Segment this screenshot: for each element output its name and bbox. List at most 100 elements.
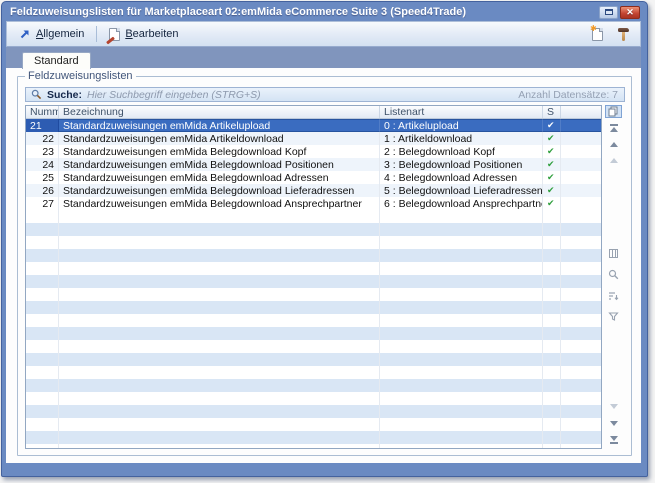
last-row-button[interactable]	[605, 434, 622, 446]
cell-listenart[interactable]: 1 : Artikeldownload	[380, 132, 543, 145]
cell-nummer[interactable]: 27	[26, 197, 59, 210]
close-button[interactable]: ✕	[620, 6, 640, 19]
grid-navigator	[602, 105, 625, 449]
column-header-bezeichnung[interactable]: Bezeichnung	[59, 106, 380, 118]
cell-s[interactable]: ✔	[543, 145, 561, 158]
cell-s[interactable]: ✔	[543, 197, 561, 210]
grid-header[interactable]: NummerBezeichnungListenartS	[26, 106, 601, 119]
check-icon: ✔	[547, 121, 555, 130]
search-label: Suche:	[47, 89, 82, 101]
restore-button[interactable]	[599, 6, 618, 19]
cell-extra[interactable]	[561, 184, 601, 197]
cell-listenart[interactable]: 2 : Belegdownload Kopf	[380, 145, 543, 158]
columns-icon	[608, 248, 619, 259]
groupbox-label: Feldzuweisungslisten	[25, 70, 136, 82]
cell-s[interactable]: ✔	[543, 132, 561, 145]
cell-s[interactable]: ✔	[543, 158, 561, 171]
empty-row	[26, 301, 601, 314]
bearbeiten-label: Bearbeiten	[125, 28, 178, 40]
arrow-ne-icon	[19, 28, 31, 40]
bearbeiten-button[interactable]: Bearbeiten	[105, 26, 182, 43]
column-header-listenart[interactable]: Listenart	[380, 106, 543, 118]
cell-bezeichnung[interactable]: Standardzuweisungen emMida Belegdownload…	[59, 145, 380, 158]
table-row[interactable]: 25Standardzuweisungen emMida Belegdownlo…	[26, 171, 601, 184]
table-row[interactable]: 24Standardzuweisungen emMida Belegdownlo…	[26, 158, 601, 171]
check-icon: ✔	[547, 160, 555, 169]
edit-page-icon	[109, 28, 120, 41]
cell-bezeichnung[interactable]: Standardzuweisungen emMida Belegdownload…	[59, 171, 380, 184]
cell-nummer[interactable]: 24	[26, 158, 59, 171]
new-page-icon: ✱	[592, 28, 603, 41]
empty-row	[26, 379, 601, 392]
cell-nummer[interactable]: 21	[26, 119, 59, 132]
tab-page: Feldzuweisungslisten Suche: Hier Suchbeg…	[6, 68, 641, 463]
empty-row	[26, 418, 601, 431]
empty-row	[26, 353, 601, 366]
search-icon	[31, 89, 42, 100]
cell-listenart[interactable]: 3 : Belegdownload Positionen	[380, 158, 543, 171]
cell-nummer[interactable]: 22	[26, 132, 59, 145]
hammer-icon	[617, 27, 630, 41]
empty-row	[26, 314, 601, 327]
empty-row	[26, 340, 601, 353]
cell-nummer[interactable]: 23	[26, 145, 59, 158]
cell-extra[interactable]	[561, 119, 601, 132]
dialog-window: Feldzuweisungslisten für Marketplaceart …	[1, 1, 648, 477]
cell-extra[interactable]	[561, 171, 601, 184]
cell-bezeichnung[interactable]: Standardzuweisungen emMida Belegdownload…	[59, 197, 380, 210]
cell-listenart[interactable]: 5 : Belegdownload Lieferadressen	[380, 184, 543, 197]
cell-extra[interactable]	[561, 145, 601, 158]
table-row[interactable]: 27Standardzuweisungen emMida Belegdownlo…	[26, 197, 601, 210]
cell-bezeichnung[interactable]: Standardzuweisungen emMida Artikelupload	[59, 119, 380, 132]
cell-listenart[interactable]: 4 : Belegdownload Adressen	[380, 171, 543, 184]
sort-icon	[608, 290, 619, 301]
allgemein-label: Allgemein	[36, 28, 84, 40]
table-row[interactable]: 22Standardzuweisungen emMida Artikeldown…	[26, 132, 601, 145]
allgemein-button[interactable]: Allgemein	[15, 26, 88, 42]
cell-bezeichnung[interactable]: Standardzuweisungen emMida Artikeldownlo…	[59, 132, 380, 145]
record-count: Anzahl Datensätze: 7	[518, 89, 618, 101]
cell-bezeichnung[interactable]: Standardzuweisungen emMida Belegdownload…	[59, 184, 380, 197]
cell-listenart[interactable]: 0 : Artikelupload	[380, 119, 543, 132]
columns-button[interactable]	[605, 248, 622, 260]
cell-bezeichnung[interactable]: Standardzuweisungen emMida Belegdownload…	[59, 158, 380, 171]
cell-extra[interactable]	[561, 158, 601, 171]
column-header-s[interactable]: S	[543, 106, 561, 118]
table-row[interactable]: 23Standardzuweisungen emMida Belegdownlo…	[26, 145, 601, 158]
first-row-button[interactable]	[605, 122, 622, 134]
cell-listenart[interactable]: 6 : Belegdownload Ansprechpartner	[380, 197, 543, 210]
check-icon: ✔	[547, 134, 555, 143]
cell-s[interactable]: ✔	[543, 184, 561, 197]
search-bar[interactable]: Suche: Hier Suchbegriff eingeben (STRG+S…	[25, 87, 625, 102]
zoom-button[interactable]	[605, 269, 622, 281]
data-grid[interactable]: NummerBezeichnungListenartS 21Standardzu…	[25, 105, 602, 449]
empty-row	[26, 366, 601, 379]
table-row[interactable]: 21Standardzuweisungen emMida Artikeluplo…	[26, 119, 601, 132]
copy-button[interactable]	[605, 105, 622, 118]
table-row[interactable]: 26Standardzuweisungen emMida Belegdownlo…	[26, 184, 601, 197]
new-page-button[interactable]: ✱	[588, 26, 607, 43]
first-row-icon	[610, 124, 618, 132]
column-header-nummer[interactable]: Nummer	[26, 106, 59, 118]
column-header-extra[interactable]	[561, 106, 601, 118]
search-input[interactable]: Hier Suchbegriff eingeben (STRG+S)	[87, 89, 261, 101]
empty-row	[26, 275, 601, 288]
tab-standard-label: Standard	[34, 55, 79, 67]
filter-button[interactable]	[605, 311, 622, 323]
prev-row-button[interactable]	[605, 138, 622, 150]
sort-button[interactable]	[605, 290, 622, 302]
next-row-icon	[610, 421, 618, 426]
cell-nummer[interactable]: 26	[26, 184, 59, 197]
prev-page-button[interactable]	[605, 154, 622, 166]
cell-extra[interactable]	[561, 132, 601, 145]
cell-s[interactable]: ✔	[543, 171, 561, 184]
next-page-button[interactable]	[605, 400, 622, 412]
cell-extra[interactable]	[561, 197, 601, 210]
empty-row	[26, 210, 601, 223]
tab-standard[interactable]: Standard	[22, 52, 91, 69]
next-row-button[interactable]	[605, 417, 622, 429]
cell-nummer[interactable]: 25	[26, 171, 59, 184]
cell-s[interactable]: ✔	[543, 119, 561, 132]
hammer-button[interactable]	[613, 25, 634, 43]
titlebar[interactable]: Feldzuweisungslisten für Marketplaceart …	[6, 4, 641, 21]
